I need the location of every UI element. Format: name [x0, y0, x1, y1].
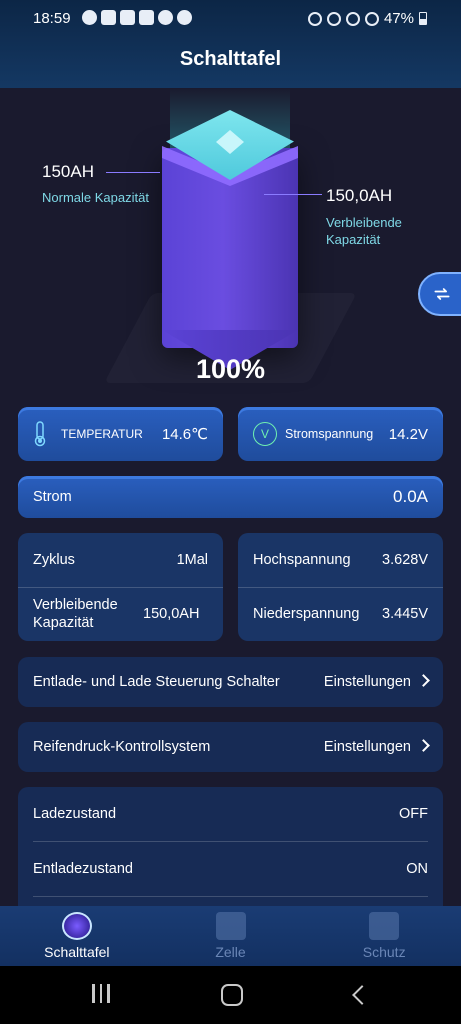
- current-label: Strom: [33, 489, 72, 505]
- warning-shield-icon: [369, 912, 400, 940]
- notification-icons: [82, 10, 192, 25]
- tab-label: Schalttafel: [44, 944, 110, 960]
- voltage-card: V Stromspannung 14.2V: [238, 407, 443, 461]
- bottom-nav: Schalttafel Zelle Schutz: [0, 906, 461, 966]
- temperature-label: TEMPERATUR: [61, 427, 143, 441]
- recent-apps-button[interactable]: [92, 984, 110, 1003]
- youtube-icon: [101, 10, 116, 25]
- tire-pressure-label: Reifendruck-Kontrollsystem: [33, 739, 211, 755]
- swap-icon: [434, 288, 450, 300]
- tab-label: Zelle: [215, 944, 246, 960]
- remaining-capacity-value: 150,0AH: [326, 186, 393, 205]
- normal-capacity: 150AH Normale Kapazität: [42, 162, 149, 205]
- remaining-capacity-label: Verbleibende Kapazität: [326, 215, 402, 247]
- mail-icon: [120, 10, 135, 25]
- high-voltage-label: Hochspannung: [253, 552, 351, 568]
- settings-label: Einstellungen: [323, 674, 411, 690]
- triangle-icon: [158, 10, 173, 25]
- tab-label: Schutz: [362, 944, 406, 960]
- back-button[interactable]: [352, 985, 372, 1005]
- normal-capacity-label: Normale Kapazität: [42, 190, 149, 205]
- status-time: 18:59: [33, 10, 71, 27]
- stats-right-card: Hochspannung 3.628V Niederspannung 3.445…: [238, 533, 443, 641]
- current-card: Strom 0.0A: [18, 476, 443, 518]
- wifi-icon: [345, 11, 360, 26]
- temperature-value: 14.6℃: [161, 426, 208, 443]
- low-voltage-value: 3.445V: [382, 606, 428, 622]
- cell-chip-icon: [215, 912, 246, 940]
- system-icons: 47%: [307, 10, 427, 27]
- system-navigation-bar: [0, 966, 461, 1024]
- page-title: Schalttafel: [179, 48, 282, 70]
- signal-icon: [364, 11, 379, 26]
- alarm-icon: [307, 11, 322, 26]
- charge-state-value: OFF: [399, 806, 428, 822]
- tab-zelle[interactable]: Zelle: [154, 906, 308, 966]
- whatsapp-icon: [82, 10, 97, 25]
- remaining-capacity: 150,0AH Verbleibende Kapazität: [326, 186, 436, 248]
- status-bar: 18:59 47%: [0, 8, 461, 30]
- discharge-state-value: ON: [406, 861, 428, 877]
- cycle-label: Zyklus: [33, 552, 75, 568]
- remaining-value: 150,0AH: [143, 606, 200, 622]
- chevron-right-icon: [417, 739, 430, 752]
- remaining-label: Verbleibende Kapazität: [33, 597, 118, 631]
- voltage-icon: V: [253, 422, 277, 446]
- app-header: 18:59 47% Schalttafel: [0, 0, 461, 88]
- stats-left-card: Zyklus 1Mal Verbleibende Kapazität 150,0…: [18, 533, 223, 641]
- cycle-value: 1Mal: [176, 552, 208, 568]
- current-value: 0.0A: [393, 487, 428, 506]
- voltage-value: 14.2V: [388, 425, 428, 443]
- tire-pressure-row[interactable]: Reifendruck-Kontrollsystem Einstellungen: [18, 722, 443, 772]
- remaining-leader-line: [264, 194, 322, 195]
- settings-label: Einstellungen: [323, 739, 411, 755]
- battery-icon: [419, 12, 427, 25]
- divider: [33, 896, 428, 897]
- high-voltage-value: 3.628V: [382, 552, 428, 568]
- temperature-card: TEMPERATUR 14.6℃: [18, 407, 223, 461]
- tire-pressure-settings-link[interactable]: Einstellungen: [323, 739, 430, 755]
- discharge-charge-label: Entlade- und Lade Steuerung Schalter: [33, 674, 280, 690]
- swap-button[interactable]: [418, 272, 461, 316]
- tab-schutz[interactable]: Schutz: [307, 906, 461, 966]
- discharge-charge-control-row[interactable]: Entlade- und Lade Steuerung Schalter Ein…: [18, 657, 443, 707]
- discharge-charge-settings-link[interactable]: Einstellungen: [323, 674, 430, 690]
- youtube-icon: [139, 10, 154, 25]
- chevron-right-icon: [417, 674, 430, 687]
- battery-visual: 150AH Normale Kapazität 150,0AH Verbleib…: [0, 88, 461, 400]
- triangle-icon: [177, 10, 192, 25]
- home-button[interactable]: [221, 984, 243, 1006]
- battery-cube-icon: [61, 912, 92, 940]
- tab-schalttafel[interactable]: Schalttafel: [0, 906, 154, 966]
- voltage-label: Stromspannung: [285, 427, 374, 441]
- discharge-state-label: Entladezustand: [33, 861, 133, 877]
- charge-state-label: Ladezustand: [33, 806, 117, 822]
- mute-icon: [326, 11, 341, 26]
- normal-capacity-value: 150AH: [42, 162, 94, 181]
- thermometer-icon: [34, 421, 46, 447]
- battery-percent-display: 100%: [195, 354, 266, 384]
- battery-percent: 47%: [383, 10, 414, 27]
- low-voltage-label: Niederspannung: [253, 606, 360, 622]
